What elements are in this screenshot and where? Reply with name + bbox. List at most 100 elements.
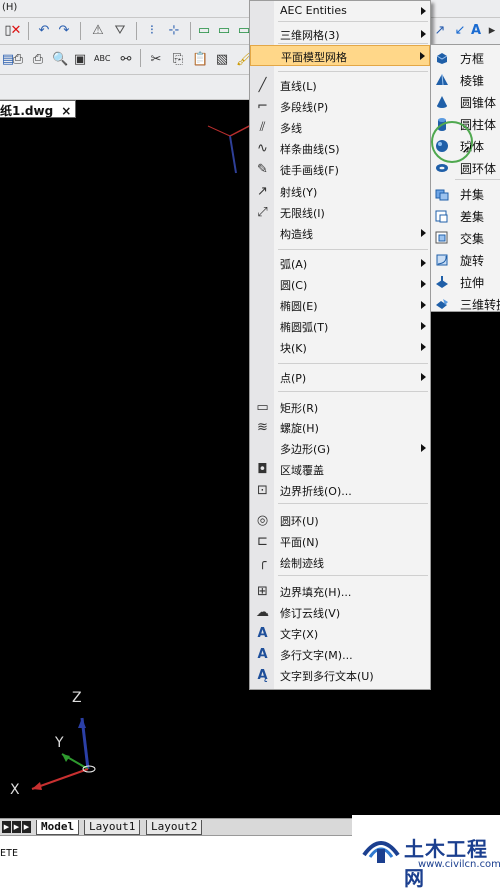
submenu-item[interactable]: 方框 bbox=[431, 47, 500, 69]
submenu-item[interactable]: 拉伸 bbox=[431, 271, 500, 293]
tab-layout2[interactable]: Layout2 bbox=[146, 820, 203, 835]
draw-menu-item[interactable]: ⤢ 无限线(I) bbox=[250, 202, 430, 223]
draw-menu-item[interactable]: ◎ 圆环(U) bbox=[250, 510, 430, 531]
draw-menu-item[interactable]: AEC Entities bbox=[250, 1, 430, 22]
document-tab[interactable]: 纸1.dwg × bbox=[0, 100, 77, 118]
submenu-arrow-icon bbox=[421, 444, 426, 452]
more-tools-icon[interactable]: ▸ bbox=[484, 23, 500, 39]
arc-tool-icon[interactable]: ↗ bbox=[432, 23, 448, 39]
draw-menu-item[interactable]: 三维网格(3) bbox=[250, 24, 430, 45]
paste-special-icon[interactable]: ▧ bbox=[214, 52, 230, 68]
submenu-item-label: 圆环体 bbox=[460, 162, 497, 176]
page-setup-icon[interactable]: ▣ bbox=[72, 52, 88, 68]
snap-icon[interactable]: ⊹ bbox=[166, 23, 182, 39]
spell-check-icon[interactable]: ABC bbox=[94, 51, 110, 67]
draw-menu-item[interactable]: ▭ 矩形(R) bbox=[250, 397, 430, 418]
draw-menu-item[interactable]: 构造线 bbox=[250, 223, 430, 244]
close-icon[interactable]: × bbox=[61, 104, 71, 118]
tab-nav-prev[interactable]: ▶ bbox=[12, 821, 21, 833]
draw-menu-item-label: 圆环(U) bbox=[280, 515, 319, 528]
undo-icon[interactable]: ↶ bbox=[36, 23, 52, 39]
submenu-item[interactable]: 并集 bbox=[431, 183, 500, 205]
window-2-icon[interactable]: ▭ bbox=[216, 23, 232, 39]
box-icon bbox=[436, 53, 448, 64]
boundary-polyline-icon: ⊡ bbox=[257, 483, 268, 498]
command-line[interactable]: ETE bbox=[0, 835, 352, 889]
submenu-item[interactable]: 圆锥体 bbox=[431, 91, 500, 113]
grid-dots-icon[interactable]: ⁝ bbox=[144, 23, 160, 39]
submenu-item[interactable]: 差集 bbox=[431, 205, 500, 227]
draw-menu-item-label: 无限线(I) bbox=[280, 207, 325, 220]
draw-menu-item[interactable]: 点(P) bbox=[250, 367, 430, 388]
submenu-item[interactable]: 棱锥 bbox=[431, 69, 500, 91]
submenu-item-label: 三维转换 bbox=[460, 298, 500, 312]
menu-separator bbox=[278, 575, 428, 576]
draw-menu-item[interactable]: 椭圆(E) bbox=[250, 295, 430, 316]
command-line-text: ETE bbox=[0, 848, 19, 859]
ray-icon: ↗ bbox=[257, 184, 268, 199]
text-tool-icon[interactable]: A bbox=[468, 23, 484, 39]
draw-menu-item[interactable]: ◘ 区域覆盖 bbox=[250, 459, 430, 480]
submenu-arrow-icon bbox=[421, 259, 426, 267]
draw-menu-item-label: 圆(C) bbox=[280, 279, 308, 292]
draw-menu-item[interactable]: ☁ 修订云线(V) bbox=[250, 602, 430, 623]
polyline-tool-icon[interactable]: ↙ bbox=[452, 23, 468, 39]
redo-icon[interactable]: ↷ bbox=[56, 23, 72, 39]
draw-menu-item[interactable]: A 多行文字(M)... bbox=[250, 644, 430, 665]
submenu-item[interactable]: 交集 bbox=[431, 227, 500, 249]
plot-icon[interactable]: ⎙ bbox=[30, 52, 46, 68]
draw-menu-item[interactable]: ╱ 直线(L) bbox=[250, 75, 430, 96]
draw-menu-item-label: 多行文字(M)... bbox=[280, 649, 353, 662]
draw-menu-item-label: 矩形(R) bbox=[280, 402, 319, 415]
draw-menu-item[interactable]: 椭圆弧(T) bbox=[250, 316, 430, 337]
draw-menu-item[interactable]: ╭ 绘制迹线 bbox=[250, 552, 430, 573]
binoculars-icon[interactable]: ⚯ bbox=[118, 52, 134, 68]
print-icon[interactable]: ⎙ bbox=[10, 52, 26, 68]
draw-menu-item-label: 平面模型网格 bbox=[281, 51, 347, 64]
submenu-item[interactable]: 三维转换 bbox=[431, 293, 500, 315]
copy-icon[interactable]: ⎘ bbox=[170, 52, 186, 68]
draw-menu-item[interactable]: 平面模型网格 bbox=[250, 45, 430, 66]
window-icon[interactable]: ▭ bbox=[196, 23, 212, 39]
submenu-item[interactable]: 旋转 bbox=[431, 249, 500, 271]
draw-menu-item[interactable]: ⊞ 边界填充(H)... bbox=[250, 581, 430, 602]
draw-menu-item-label: 边界填充(H)... bbox=[280, 586, 352, 599]
paste-icon[interactable]: 📋 bbox=[192, 52, 208, 68]
delete-icon[interactable]: ✕ bbox=[8, 23, 24, 39]
draw-menu-item[interactable]: 多边形(G) bbox=[250, 438, 430, 459]
cone-icon bbox=[437, 96, 447, 108]
help-menu-hint[interactable]: (H) bbox=[2, 2, 17, 13]
draw-menu-item[interactable]: ✎ 徒手画线(F) bbox=[250, 159, 430, 180]
draw-menu-item-label: 点(P) bbox=[280, 372, 307, 385]
draw-menu-item[interactable]: 弧(A) bbox=[250, 253, 430, 274]
polyline-icon: ⌐ bbox=[257, 99, 268, 114]
submenu-item-label: 拉伸 bbox=[460, 276, 485, 290]
intersect-icon bbox=[435, 231, 448, 244]
torus-icon bbox=[436, 164, 448, 172]
mirror-icon[interactable]: ⚠ bbox=[90, 23, 106, 39]
tab-layout1[interactable]: Layout1 bbox=[84, 820, 141, 835]
tab-nav-next[interactable]: ▶ bbox=[22, 821, 31, 833]
draw-menu-item[interactable]: 圆(C) bbox=[250, 274, 430, 295]
array-icon[interactable]: ⛛ bbox=[112, 23, 128, 39]
draw-menu-item[interactable]: ↗ 射线(Y) bbox=[250, 181, 430, 202]
cut-icon[interactable]: ✂ bbox=[148, 52, 164, 68]
draw-menu-item[interactable]: ⌐ 多段线(P) bbox=[250, 96, 430, 117]
plane-icon: ⊏ bbox=[257, 534, 268, 549]
draw-menu-item[interactable]: ⊡ 边界折线(O)... bbox=[250, 480, 430, 501]
draw-menu-item[interactable]: 块(K) bbox=[250, 337, 430, 358]
draw-menu-item-label: 块(K) bbox=[280, 342, 307, 355]
tab-nav-first[interactable]: ▶ bbox=[2, 821, 11, 833]
draw-menu-item-label: 徒手画线(F) bbox=[280, 164, 339, 177]
tab-model[interactable]: Model bbox=[36, 820, 80, 835]
draw-menu-item[interactable]: Ą 文字到多行文本(U) bbox=[250, 665, 430, 686]
draw-menu-item[interactable]: ∿ 样条曲线(S) bbox=[250, 138, 430, 159]
draw-menu-item[interactable]: ⊏ 平面(N) bbox=[250, 531, 430, 552]
draw-menu-item-label: 椭圆(E) bbox=[280, 300, 318, 313]
draw-menu-item[interactable]: ≋ 螺旋(H) bbox=[250, 417, 430, 438]
submenu-item-label: 圆锥体 bbox=[460, 96, 497, 110]
print-preview-icon[interactable]: 🔍 bbox=[52, 52, 68, 68]
draw-menu-item[interactable]: ⫽ 多线 bbox=[250, 117, 430, 138]
draw-menu-item[interactable]: A 文字(X) bbox=[250, 623, 430, 644]
ucs-y-label: Y bbox=[55, 735, 64, 751]
